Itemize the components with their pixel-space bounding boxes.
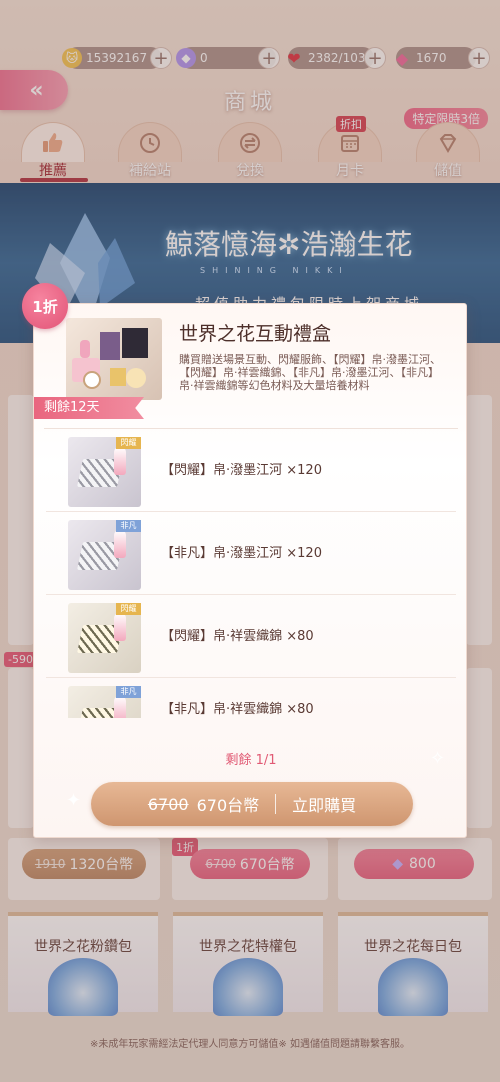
sparkle-icon: ✦ (66, 790, 82, 811)
popup-title: 世界之花互動禮盒 (179, 323, 332, 345)
rarity-corner-tag: 非凡 (116, 520, 141, 532)
purchase-limit-text: 剩餘 1/1 (225, 753, 277, 768)
buy-now-button[interactable]: 6700 670台幣 立即購買 (91, 782, 413, 826)
popup-description: 購買贈送場景互動、閃耀服飾、【閃耀】帛·潑墨江河、【閃耀】帛·祥雲織錦、【非凡】… (179, 353, 441, 392)
list-item: 非凡 【非凡】帛·潑墨江河 ×120 (46, 512, 456, 595)
item-name: 【閃耀】帛·潑墨江河 ×120 (161, 463, 322, 478)
list-item: 閃耀 【閃耀】帛·祥雲織錦 ×80 (46, 595, 456, 678)
gift-box-popup: 剩餘12天 世界之花互動禮盒 購買贈送場景互動、閃耀服飾、【閃耀】帛·潑墨江河、… (33, 303, 467, 838)
button-divider (275, 794, 277, 814)
item-name: 【非凡】帛·祥雲織錦 ×80 (161, 702, 314, 717)
rarity-corner-tag: 非凡 (116, 686, 141, 698)
buy-now-label: 立即購買 (292, 796, 357, 815)
gift-box-image (66, 318, 162, 400)
rarity-corner-tag: 閃耀 (116, 437, 141, 449)
remaining-time-ribbon: 剩餘12天 (34, 397, 144, 419)
rarity-corner-tag: 閃耀 (116, 603, 141, 615)
gift-box-icon (72, 328, 148, 389)
list-item: 閃耀 【閃耀】帛·潑墨江河 ×120 (46, 429, 456, 512)
list-item: 非凡 【非凡】帛·祥雲織錦 ×80 (46, 678, 456, 718)
sparkle-icon: ✧ (430, 748, 446, 769)
sale-price: 670台幣 (196, 796, 260, 815)
original-price: 6700 (147, 794, 189, 814)
item-name: 【閃耀】帛·祥雲織錦 ×80 (161, 629, 314, 644)
item-name: 【非凡】帛·潑墨江河 ×120 (161, 546, 322, 561)
discount-badge: 1折 (22, 283, 68, 329)
